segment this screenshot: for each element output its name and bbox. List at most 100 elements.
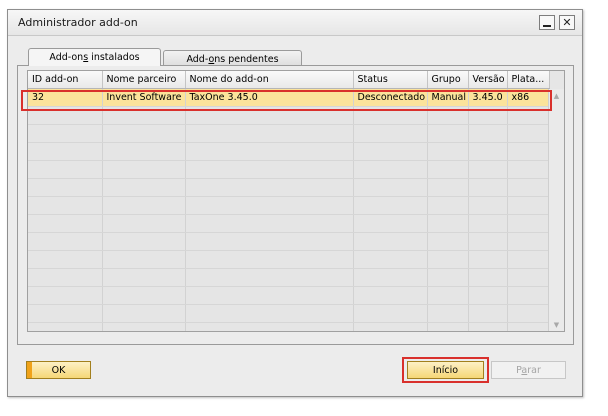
empty-table-row[interactable] <box>28 250 550 269</box>
column-header-partner[interactable]: Nome parceiro <box>102 71 186 89</box>
empty-cell <box>507 124 550 143</box>
scroll-track[interactable] <box>549 102 564 318</box>
empty-table-row[interactable] <box>28 124 550 143</box>
empty-cell <box>353 124 428 143</box>
empty-cell <box>28 106 103 125</box>
empty-cell <box>185 142 354 161</box>
cell-version: 3.45.0 <box>468 88 508 107</box>
stop-button-label: Parar <box>516 364 541 376</box>
empty-table-row[interactable] <box>28 322 550 331</box>
scroll-up-arrow-icon[interactable]: ▲ <box>549 89 564 102</box>
ok-button[interactable]: OK <box>26 361 91 379</box>
add-on-manager-window: Administrador add-on ✕ Add-ons instalado… <box>7 9 583 397</box>
empty-cell <box>102 160 186 179</box>
empty-cell <box>185 322 354 331</box>
minimize-button[interactable] <box>539 15 555 30</box>
start-button[interactable]: Início <box>407 361 484 379</box>
empty-cell <box>28 142 103 161</box>
empty-cell <box>28 214 103 233</box>
empty-cell <box>353 214 428 233</box>
empty-cell <box>102 214 186 233</box>
table-row[interactable]: 32 Invent Software TaxOne 3.45.0 Descone… <box>28 88 550 107</box>
empty-cell <box>468 286 508 305</box>
empty-cell <box>468 196 508 215</box>
empty-cell <box>185 214 354 233</box>
empty-cell <box>102 322 186 331</box>
cell-add-on-name: TaxOne 3.45.0 <box>185 88 354 107</box>
tab-installed-add-ons[interactable]: Add-ons instalados <box>28 48 161 66</box>
empty-cell <box>102 124 186 143</box>
empty-cell <box>185 232 354 251</box>
empty-table-row[interactable] <box>28 268 550 287</box>
empty-cell <box>102 178 186 197</box>
empty-cell <box>28 322 103 331</box>
empty-cell <box>353 322 428 331</box>
empty-cell <box>427 142 469 161</box>
empty-cell <box>507 178 550 197</box>
empty-cell <box>427 286 469 305</box>
empty-cell <box>468 268 508 287</box>
empty-cell <box>28 196 103 215</box>
close-button[interactable]: ✕ <box>559 15 575 30</box>
scroll-down-arrow-icon[interactable]: ▼ <box>549 318 564 331</box>
column-header-id[interactable]: ID add-on <box>28 71 103 89</box>
empty-cell <box>353 268 428 287</box>
empty-cell <box>353 196 428 215</box>
empty-cell <box>427 178 469 197</box>
empty-cell <box>427 106 469 125</box>
empty-cell <box>185 286 354 305</box>
empty-cell <box>185 268 354 287</box>
empty-cell <box>185 178 354 197</box>
empty-table-row[interactable] <box>28 106 550 125</box>
empty-table-row[interactable] <box>28 304 550 323</box>
empty-cell <box>28 250 103 269</box>
empty-cell <box>507 286 550 305</box>
empty-cell <box>427 160 469 179</box>
empty-cell <box>102 268 186 287</box>
empty-table-row[interactable] <box>28 232 550 251</box>
add-ons-table: ID add-on Nome parceiro Nome do add-on S… <box>28 71 550 331</box>
add-ons-grid: ID add-on Nome parceiro Nome do add-on S… <box>27 70 565 332</box>
empty-cell <box>507 106 550 125</box>
empty-cell <box>427 250 469 269</box>
empty-cell <box>102 286 186 305</box>
empty-cell <box>28 232 103 251</box>
empty-cell <box>185 304 354 323</box>
empty-cell <box>507 250 550 269</box>
cell-id: 32 <box>28 88 103 107</box>
table-header-row: ID add-on Nome parceiro Nome do add-on S… <box>28 71 550 89</box>
empty-cell <box>353 304 428 323</box>
empty-cell <box>102 250 186 269</box>
empty-cell <box>468 124 508 143</box>
empty-cell <box>353 232 428 251</box>
empty-cell <box>185 160 354 179</box>
empty-cell <box>28 268 103 287</box>
empty-table-row[interactable] <box>28 214 550 233</box>
stop-button[interactable]: Parar <box>491 361 566 379</box>
empty-cell <box>468 106 508 125</box>
cell-platform: x86 <box>507 88 550 107</box>
empty-cell <box>185 196 354 215</box>
empty-table-row[interactable] <box>28 178 550 197</box>
empty-table-row[interactable] <box>28 142 550 161</box>
empty-table-row[interactable] <box>28 196 550 215</box>
minimize-icon <box>543 24 551 27</box>
empty-cell <box>468 160 508 179</box>
empty-cell <box>185 124 354 143</box>
column-header-platform[interactable]: Plata... <box>507 71 550 89</box>
empty-cell <box>507 304 550 323</box>
title-bar: Administrador add-on ✕ <box>8 10 582 36</box>
column-header-add-on-name[interactable]: Nome do add-on <box>185 71 354 89</box>
empty-table-row[interactable] <box>28 160 550 179</box>
empty-table-row[interactable] <box>28 286 550 305</box>
empty-cell <box>353 160 428 179</box>
window-title: Administrador add-on <box>18 16 138 29</box>
vertical-scrollbar[interactable]: ▲ ▼ <box>548 89 564 331</box>
empty-cell <box>507 322 550 331</box>
column-header-version[interactable]: Versão <box>468 71 508 89</box>
empty-cell <box>507 268 550 287</box>
empty-cell <box>185 250 354 269</box>
column-header-status[interactable]: Status <box>353 71 428 89</box>
column-header-group[interactable]: Grupo <box>427 71 469 89</box>
empty-cell <box>507 214 550 233</box>
